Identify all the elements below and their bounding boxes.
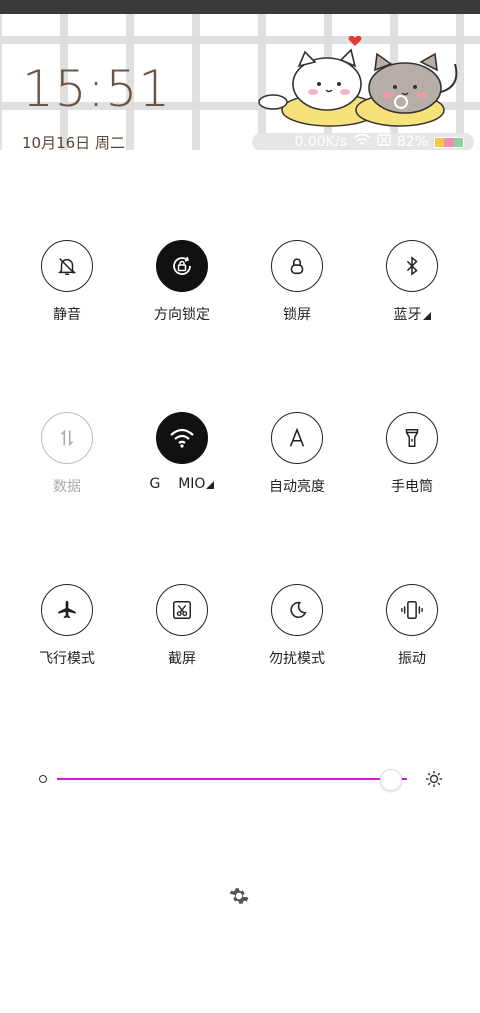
quick-tile-label: 数据 (12, 476, 122, 496)
bell-off-icon (56, 255, 78, 277)
quick-tile[interactable]: 静音 (12, 240, 122, 324)
quick-tile-label: 锁屏 (242, 304, 352, 324)
quick-tile-button[interactable] (386, 412, 438, 464)
quick-tile-label-text: 静音 (53, 307, 81, 323)
clock-time[interactable]: 15:51 (22, 64, 171, 114)
quick-tile[interactable]: 锁屏 (242, 240, 352, 324)
quick-tile-label-text: G MIO (149, 476, 206, 492)
vibrate-icon (400, 599, 424, 621)
expand-corner-icon[interactable] (206, 481, 215, 489)
quick-tile-label-text: 方向锁定 (154, 307, 210, 323)
brightness-thumb[interactable] (379, 769, 402, 791)
quick-tile[interactable]: 自动亮度 (242, 412, 352, 496)
system-top-bar (0, 0, 480, 14)
quick-tile-button[interactable] (156, 240, 208, 292)
notification-header: 15:51 10月16日 周二 0.00K/s 82% (0, 14, 480, 150)
quick-tile-label: 勿扰模式 (242, 648, 352, 668)
quick-tile[interactable]: G MIO (127, 412, 237, 492)
brightness-low-icon (39, 775, 47, 783)
quick-tile-label-text: 截屏 (168, 651, 196, 667)
quick-tile-label-text: 飞行模式 (39, 651, 95, 667)
quick-tile-label-text: 勿扰模式 (269, 651, 325, 667)
quick-tile[interactable]: 手电筒 (357, 412, 467, 496)
quick-tile-label: 静音 (12, 304, 122, 324)
flashlight-icon (401, 427, 423, 449)
quick-tile-button[interactable] (41, 412, 93, 464)
lock-icon (286, 255, 308, 277)
battery-icon (434, 136, 464, 148)
quick-tile[interactable]: 振动 (357, 584, 467, 668)
moon-icon (286, 599, 308, 621)
quick-tile-button[interactable] (386, 584, 438, 636)
quick-tile-label: 振动 (357, 648, 467, 668)
quick-tile-button[interactable] (386, 240, 438, 292)
network-speed: 0.00K/s (294, 134, 347, 150)
wifi-icon (169, 427, 195, 449)
brightness-track[interactable] (57, 778, 407, 780)
quick-tile-label: 自动亮度 (242, 476, 352, 496)
quick-tile-label: 截屏 (127, 648, 237, 668)
status-bar-pill: 0.00K/s 82% (252, 133, 474, 150)
quick-tile[interactable]: 方向锁定 (127, 240, 237, 324)
quick-tile[interactable]: 蓝牙 (357, 240, 467, 324)
expand-corner-icon[interactable] (422, 312, 431, 320)
settings-gear-icon[interactable] (228, 885, 250, 907)
quick-tile-button[interactable] (156, 584, 208, 636)
quick-tile-button[interactable] (271, 240, 323, 292)
quick-tile-label-text: 锁屏 (283, 307, 311, 323)
brightness-slider[interactable] (37, 766, 447, 792)
airplane-icon (56, 599, 78, 621)
quick-tile-label-text: 蓝牙 (393, 307, 422, 323)
quick-tile-label-text: 振动 (398, 651, 426, 667)
quick-tile-label-text: 自动亮度 (269, 479, 325, 495)
quick-tile[interactable]: 数据 (12, 412, 122, 496)
screenshot-icon (171, 599, 193, 621)
clock-date[interactable]: 10月16日 周二 (22, 132, 125, 150)
no-sim-icon (377, 134, 391, 150)
quick-tile[interactable]: 勿扰模式 (242, 584, 352, 668)
quick-tile-button[interactable] (41, 584, 93, 636)
quick-tile-label-text: 手电筒 (391, 479, 433, 495)
quick-tile-label: G MIO (127, 476, 237, 492)
quick-tile[interactable]: 截屏 (127, 584, 237, 668)
quick-tile-button[interactable] (41, 240, 93, 292)
rotation-lock-icon (169, 253, 195, 279)
quick-tile-button[interactable] (271, 412, 323, 464)
cat-wallpaper-illustration (258, 35, 458, 127)
quick-tile-label: 蓝牙 (357, 304, 467, 324)
quick-tile-button[interactable] (156, 412, 208, 464)
mobile-data-icon (56, 427, 78, 449)
quick-tile-button[interactable] (271, 584, 323, 636)
auto-brightness-icon (286, 427, 308, 449)
battery-percent: 82% (396, 134, 428, 150)
quick-tile-label-text: 数据 (53, 479, 81, 495)
wifi-signal-icon (353, 133, 371, 151)
quick-tile[interactable]: 飞行模式 (12, 584, 122, 668)
quick-tile-label: 飞行模式 (12, 648, 122, 668)
quick-tile-label: 手电筒 (357, 476, 467, 496)
bluetooth-icon (402, 255, 422, 277)
quick-tile-label: 方向锁定 (127, 304, 237, 324)
brightness-high-icon (426, 771, 442, 787)
